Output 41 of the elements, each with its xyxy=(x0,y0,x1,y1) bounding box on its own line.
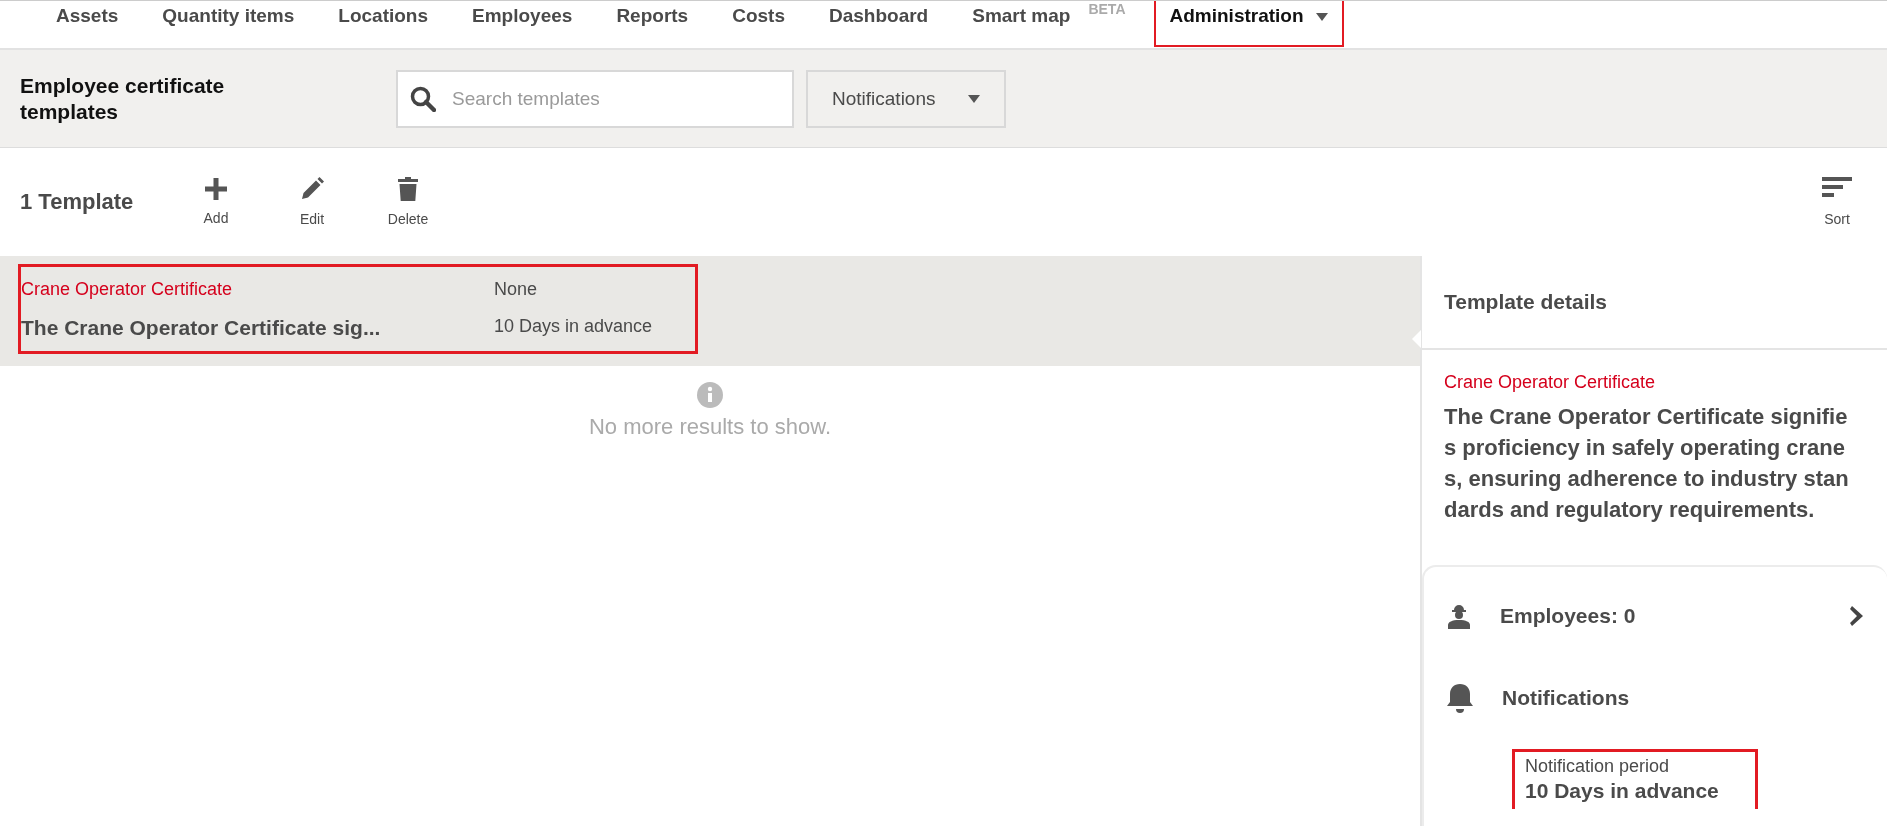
info-icon xyxy=(697,382,723,408)
chevron-right-icon[interactable] xyxy=(1849,604,1865,628)
pencil-icon xyxy=(300,177,324,201)
caret-icon xyxy=(968,94,980,103)
notification-period: 10 Days in advance xyxy=(494,315,654,338)
nav-tab[interactable]: Quantity items xyxy=(146,1,311,29)
beta-label: BETA xyxy=(1088,1,1126,17)
template-name: Crane Operator Certificate xyxy=(21,278,234,300)
nav-tab[interactable]: Employees xyxy=(456,1,589,29)
plus-icon xyxy=(205,178,227,200)
search-icon xyxy=(410,85,436,112)
sort-button[interactable]: Sort xyxy=(1807,177,1867,227)
nav-tab[interactable]: Administration xyxy=(1153,1,1344,47)
toolbar-button[interactable]: Edit xyxy=(264,177,360,227)
template-name: Crane Operator Certificate xyxy=(1443,371,1657,393)
period-label: Notification period xyxy=(1525,756,1671,777)
notifications-heading: Notifications xyxy=(1502,686,1631,710)
worker-icon xyxy=(1446,603,1472,629)
panel-title: Template details xyxy=(1422,256,1887,350)
nav-tab[interactable]: Locations xyxy=(322,1,445,29)
toolbar-button[interactable]: Add xyxy=(168,178,264,226)
nav-tab[interactable]: Reports xyxy=(600,1,705,29)
employees-link[interactable]: Employees: 0 xyxy=(1500,604,1821,628)
template-status: None xyxy=(494,278,539,300)
template-count: 1 Template xyxy=(20,189,135,215)
empty-message: No more results to show. xyxy=(588,414,832,440)
bell-icon xyxy=(1446,682,1474,714)
toolbar-button[interactable]: Delete xyxy=(360,177,456,227)
nav-tab[interactable]: Dashboard xyxy=(812,1,945,29)
notifications-dropdown[interactable]: Notifications xyxy=(806,69,1006,128)
template-row[interactable]: Crane Operator Certificate None The Crane Operator Certificate sig... 10 Days in advance xyxy=(0,256,1420,366)
nav-tab[interactable]: Smart map BETA xyxy=(956,1,1142,29)
page-title: Employee certificate templates xyxy=(20,72,226,125)
trash-icon xyxy=(398,177,418,201)
period-value: 10 Days in advance xyxy=(1525,779,1720,803)
template-description: The Crane Operator Certificate sig... xyxy=(21,315,382,340)
pointer-icon xyxy=(1412,330,1421,348)
template-description: The Crane Operator Certificate signifies proficiency in safely operating cranes, ensuring adherence to industry standards and regulatory requirements. xyxy=(1443,403,1850,524)
nav-tab[interactable]: Assets xyxy=(40,1,135,29)
nav-tab[interactable]: Costs xyxy=(716,1,801,29)
search-field[interactable]: Search templates xyxy=(396,69,794,128)
